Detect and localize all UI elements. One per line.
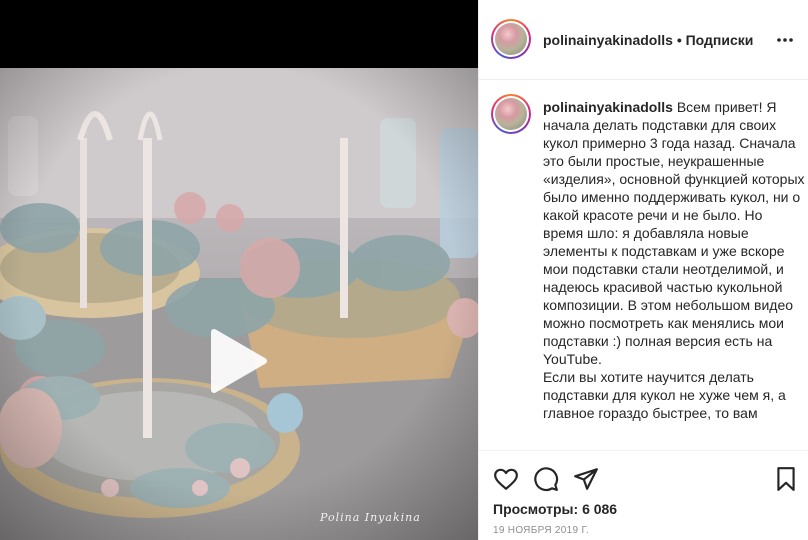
post-media: Polina Inyakina (0, 0, 478, 540)
bookmark-icon[interactable] (773, 466, 799, 492)
post-date[interactable]: 19 НОЯБРЯ 2019 Г. (493, 525, 589, 536)
caption-username-link[interactable]: polinainyakinadolls (543, 99, 673, 115)
post-header: polinainyakinadolls • Подписки (479, 0, 808, 80)
share-icon[interactable] (573, 466, 599, 492)
caption-avatar[interactable] (491, 94, 531, 134)
video-player[interactable]: Polina Inyakina (0, 68, 478, 540)
caption-body: Всем привет! Я начала делать подставки д… (543, 99, 805, 421)
views-label: Просмотры: (493, 501, 579, 517)
video-watermark: Polina Inyakina (320, 511, 421, 524)
post-details-panel: polinainyakinadolls • Подписки polinainy… (478, 0, 808, 540)
views-count: 6 086 (582, 501, 618, 517)
following-button[interactable]: Подписки (686, 32, 754, 48)
avatar[interactable] (491, 19, 531, 59)
username-link[interactable]: polinainyakinadolls (543, 32, 673, 48)
heart-icon[interactable] (493, 466, 519, 492)
caption-section: polinainyakinadolls Всем привет! Я начал… (479, 80, 808, 450)
video-still-image (0, 68, 478, 540)
caption: polinainyakinadolls Всем привет! Я начал… (543, 98, 805, 422)
separator-dot: • (676, 32, 682, 48)
play-icon[interactable] (206, 326, 270, 396)
views-count-line[interactable]: Просмотры: 6 086 (493, 501, 617, 517)
more-options-icon[interactable] (775, 30, 795, 50)
header-user-line: polinainyakinadolls • Подписки (543, 32, 753, 48)
comment-icon[interactable] (533, 466, 559, 492)
post-actions: Просмотры: 6 086 19 НОЯБРЯ 2019 Г. (479, 450, 808, 540)
